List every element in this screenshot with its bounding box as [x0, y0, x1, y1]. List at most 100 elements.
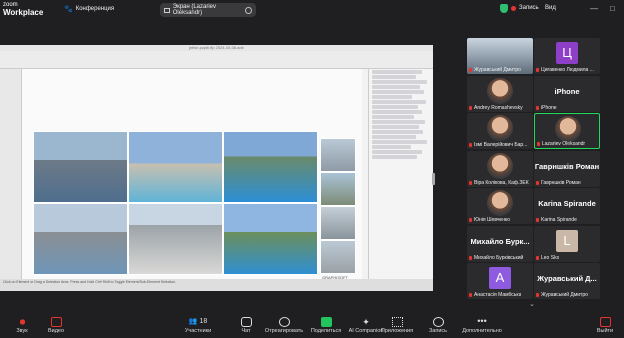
share-screen-button[interactable]: Поделиться — [304, 316, 348, 338]
drawing-photo — [320, 138, 356, 172]
participant-tile[interactable]: Журавський Дмитро — [467, 38, 533, 74]
participant-tile[interactable]: Гаврншків Роман Гаврншків Роман — [534, 150, 600, 187]
participant-gallery: Журавський Дмитро Ц Цигавенко Людмила ... A… — [467, 38, 600, 300]
record-button[interactable]: Запись — [416, 316, 460, 338]
participant-tile[interactable]: A Анастасія Мамбська — [467, 263, 533, 299]
chat-icon — [240, 317, 252, 327]
participant-tile[interactable]: Ц Цигавенко Людмила ... — [534, 38, 600, 74]
mic-muted-icon — [469, 143, 472, 147]
more-button[interactable]: ••• Дополнительно — [460, 316, 504, 338]
gallery-scroll-down-icon[interactable]: ⌄ — [529, 300, 535, 308]
participant-display-name: Karina Spirande — [538, 199, 596, 208]
participant-tile[interactable]: iPhone iPhone — [534, 75, 600, 112]
shared-navigator-panel — [368, 69, 433, 279]
participants-button[interactable]: 👥 18 Участники — [176, 316, 220, 338]
participant-tile[interactable]: Журавський Д... Журавський Дмитро — [534, 263, 600, 299]
resize-handle[interactable] — [432, 173, 435, 185]
view-menu[interactable]: Вид — [545, 5, 556, 11]
recording-indicator[interactable]: Запись — [511, 5, 539, 11]
drawing-photo — [320, 206, 356, 240]
drawing-photo — [223, 203, 318, 275]
top-bar: zoom Workplace 🐾 Конференция Экран (Laza… — [0, 0, 624, 20]
mic-muted-icon — [469, 218, 472, 222]
minimize-icon[interactable]: — — [590, 4, 598, 13]
participant-name-label: Leo Sko — [536, 255, 559, 261]
share-arrow-icon — [320, 317, 332, 327]
video-feed — [487, 115, 513, 141]
shared-toolbar — [0, 51, 433, 69]
video-feed — [487, 190, 513, 216]
participant-name-label: Гаврншків Роман — [536, 180, 581, 186]
mic-muted-icon — [469, 180, 472, 185]
avatar: Ц — [556, 42, 578, 64]
zoom-logo: zoom Workplace — [3, 2, 44, 17]
mic-muted-icon — [469, 293, 472, 297]
participant-name-label: Михайло Бурківський — [469, 255, 523, 261]
mic-muted-icon — [536, 105, 539, 110]
participant-name-label: Юнія Шевченко — [469, 217, 510, 223]
participant-name-label: iPhone — [536, 105, 557, 111]
mic-muted-icon — [536, 180, 539, 185]
mic-muted-icon — [469, 105, 472, 110]
drawing-photo — [33, 131, 128, 203]
mic-muted-icon — [536, 255, 539, 260]
shared-screen: jnflsh.pzplb.flp 2024-03-08.ade GRAPHISO… — [0, 45, 433, 291]
participant-tile[interactable]: Віра Колікова, Каф.ЗЕК — [467, 150, 533, 187]
shared-drawing-canvas: GRAPHISOFT — [22, 69, 362, 280]
participant-name-label: Karina Spirande — [536, 217, 577, 223]
mic-muted-icon — [16, 317, 28, 327]
drawing-photo — [33, 203, 128, 275]
mic-muted-icon — [469, 255, 472, 260]
mic-muted-icon — [536, 68, 539, 72]
leave-icon — [599, 317, 611, 327]
participant-tile[interactable]: Юнія Шевченко — [467, 188, 533, 224]
drawing-photo — [320, 240, 356, 274]
shield-icon[interactable] — [500, 4, 508, 13]
drawing-photo — [128, 131, 223, 203]
participant-name-label: Журавський Дмитро — [469, 67, 521, 73]
participant-tile[interactable]: Ізмі Валерійович Бар... — [467, 113, 533, 149]
camera-off-icon — [50, 317, 62, 327]
mic-muted-icon — [536, 293, 539, 297]
mic-muted-icon — [469, 68, 472, 72]
participant-display-name: iPhone — [554, 86, 580, 96]
mic-muted-icon — [536, 218, 539, 222]
participant-display-name: Михайло Бурк... — [470, 236, 530, 246]
video-button[interactable]: Видео — [34, 316, 78, 338]
screen-share-pill[interactable]: Экран (Lazariev Oleksandr) — [160, 3, 256, 17]
paw-icon: 🐾 — [64, 6, 73, 13]
participant-tile[interactable]: Karina Spirande Karina Spirande — [534, 188, 600, 224]
participant-tile[interactable]: Andrey Romashevsky — [467, 75, 533, 112]
avatar: A — [489, 267, 511, 289]
share-options-icon[interactable] — [245, 6, 253, 14]
record-icon — [432, 317, 444, 327]
shared-toolbox — [0, 69, 22, 279]
more-dots-icon: ••• — [477, 316, 487, 326]
sparkle-icon: ✦ — [362, 317, 370, 327]
maximize-icon[interactable]: □ — [610, 4, 615, 13]
leave-button[interactable]: Выйти — [586, 316, 624, 338]
video-feed — [555, 116, 581, 142]
video-feed — [487, 77, 513, 104]
apps-button[interactable]: Приложения — [375, 316, 419, 338]
record-dot-icon — [511, 5, 516, 11]
video-feed — [487, 152, 513, 179]
participant-tile[interactable]: L Leo Sko — [534, 225, 600, 262]
shared-statusbar: Click on Element or Drag a Selection Are… — [0, 279, 433, 291]
drawing-photo — [223, 131, 318, 203]
participant-name-label: Віра Колікова, Каф.ЗЕК — [469, 180, 529, 186]
participant-display-name: Журавський Д... — [537, 274, 597, 283]
participant-name-label: Ізмі Валерійович Бар... — [469, 142, 527, 148]
participant-tile[interactable]: Михайло Бурк... Михайло Бурківський — [467, 225, 533, 262]
drawing-photo — [320, 172, 356, 206]
avatar: L — [556, 229, 578, 252]
participant-name-label: Анастасія Мамбська — [469, 292, 521, 298]
react-button[interactable]: Отреагировать — [262, 316, 306, 338]
participant-tile[interactable]: Lazariev Oleksandr — [534, 113, 600, 149]
drawing-photo — [128, 203, 223, 275]
meeting-info-button[interactable]: 🐾 Конференция — [64, 5, 114, 13]
participant-name-label: Журавський Дмитро — [536, 292, 588, 298]
participants-icon: 👥 18 — [188, 318, 208, 325]
mic-muted-icon — [537, 142, 540, 146]
participant-name-label: Andrey Romashevsky — [469, 105, 523, 111]
